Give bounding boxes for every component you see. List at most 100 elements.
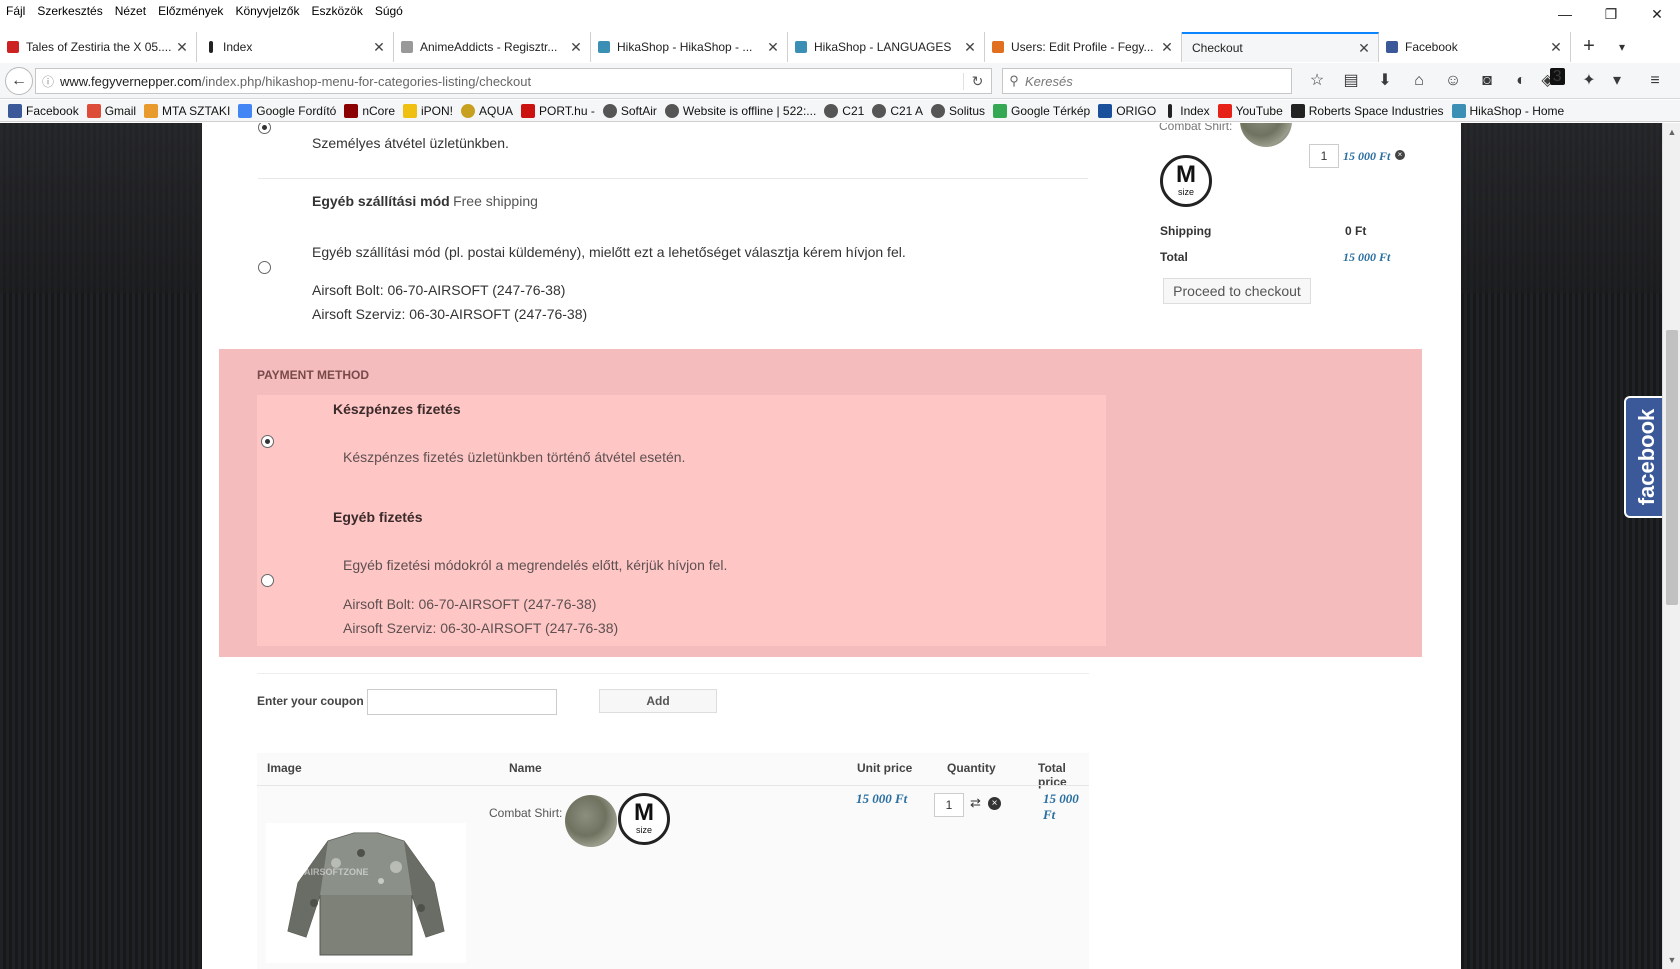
coupon-add-button[interactable]: Add bbox=[599, 689, 717, 713]
url-domain: www.fegyvernepper.com bbox=[60, 73, 202, 89]
bookmark-item[interactable]: Website is offline | 522:... bbox=[664, 103, 816, 118]
tab-3[interactable]: AnimeAddicts - Regisztr... ✕ bbox=[394, 32, 591, 62]
extension-badge-icon[interactable]: ◈3 bbox=[1538, 68, 1572, 93]
overflow-chevron-icon[interactable]: ▾ bbox=[1606, 69, 1628, 93]
url-path: /index.php/hikashop-menu-for-categories-… bbox=[201, 73, 532, 89]
bookmark-item[interactable]: nCore bbox=[344, 103, 395, 118]
menu-tools[interactable]: Eszközök bbox=[305, 4, 368, 18]
reading-list-icon[interactable]: ▤ bbox=[1334, 69, 1368, 93]
close-tab-icon[interactable]: ✕ bbox=[962, 39, 978, 56]
url-bar[interactable]: ⓘ www.fegyvernepper.com/index.php/hikash… bbox=[35, 68, 992, 94]
tab-label: Tales of Zestiria the X 05.... bbox=[26, 40, 172, 54]
menu-file[interactable]: Fájl bbox=[0, 4, 31, 18]
payment-radio-other[interactable] bbox=[261, 574, 274, 587]
close-tab-icon[interactable]: ✕ bbox=[1159, 39, 1175, 56]
payment-radio-cash[interactable] bbox=[261, 435, 274, 448]
globe-icon bbox=[664, 103, 679, 118]
tab-list-icon[interactable]: ▾ bbox=[1607, 32, 1637, 62]
bookmark-item[interactable]: HikaShop - Home bbox=[1451, 103, 1564, 118]
product-image-watermark: AIRSOFTZONE bbox=[304, 867, 369, 877]
extension-icon[interactable]: ◐ bbox=[1504, 69, 1538, 93]
bookmark-item[interactable]: Facebook bbox=[8, 103, 79, 118]
tab-1[interactable]: Tales of Zestiria the X 05.... ✕ bbox=[0, 32, 197, 62]
bookmark-item[interactable]: Solitus bbox=[931, 103, 985, 118]
page-scrollbar[interactable]: ▲ ▼ bbox=[1662, 123, 1680, 969]
tab-6[interactable]: Users: Edit Profile - Fegy... ✕ bbox=[985, 32, 1182, 62]
back-button[interactable]: ← bbox=[5, 67, 33, 95]
close-tab-icon[interactable]: ✕ bbox=[1548, 39, 1564, 56]
payment-option2-phone2: Airsoft Szerviz: 06-30-AIRSOFT (247-76-3… bbox=[343, 620, 619, 636]
bookmark-item[interactable]: MTA SZTAKI bbox=[144, 103, 230, 118]
menu-view[interactable]: Nézet bbox=[109, 4, 152, 18]
new-tab-button[interactable]: + bbox=[1571, 32, 1607, 62]
tab-4[interactable]: HikaShop - HikaShop - ... ✕ bbox=[591, 32, 788, 62]
bookmark-item[interactable]: Index bbox=[1164, 103, 1210, 118]
cart-total-price: 15 000 Ft bbox=[1043, 791, 1079, 822]
bookmark-item[interactable]: ORIGO bbox=[1098, 103, 1156, 118]
pocket-icon[interactable]: ◙ bbox=[1470, 69, 1504, 93]
scrollbar-thumb[interactable] bbox=[1666, 330, 1678, 605]
bookmark-item[interactable]: Google Fordító bbox=[238, 103, 337, 118]
close-tab-icon[interactable]: ✕ bbox=[568, 39, 584, 56]
chat-icon[interactable]: ☺ bbox=[1436, 69, 1470, 93]
site-info-icon[interactable]: ⓘ bbox=[36, 73, 60, 90]
bookmark-star-icon[interactable]: ☆ bbox=[1300, 69, 1334, 93]
scroll-up-icon[interactable]: ▲ bbox=[1663, 127, 1680, 137]
facebook-widget[interactable]: facebook bbox=[1624, 396, 1662, 518]
tab-favicon bbox=[795, 41, 807, 53]
cart-quantity-input[interactable]: 1 bbox=[934, 793, 964, 817]
cart-table: Image Name Unit price Quantity Total pri… bbox=[257, 753, 1089, 969]
tab-checkout[interactable]: Checkout ✕ bbox=[1182, 32, 1379, 62]
remove-item-icon[interactable]: × bbox=[1395, 150, 1405, 160]
close-window-icon[interactable]: ✕ bbox=[1634, 0, 1680, 28]
search-input[interactable]: ⚲ Keresés bbox=[1002, 68, 1292, 94]
globe-icon bbox=[602, 103, 617, 118]
bookmark-label: iPON! bbox=[421, 103, 454, 118]
tab-2[interactable]: Index ✕ bbox=[197, 32, 394, 62]
close-tab-icon[interactable]: ✕ bbox=[765, 39, 781, 56]
menu-help[interactable]: Súgó bbox=[369, 4, 409, 18]
home-icon[interactable]: ⌂ bbox=[1402, 69, 1436, 93]
menu-edit[interactable]: Szerkesztés bbox=[31, 4, 108, 18]
extension-icon-2[interactable]: ✦ bbox=[1572, 69, 1606, 93]
bookmark-item[interactable]: Gmail bbox=[86, 103, 136, 118]
reload-icon[interactable]: ↻ bbox=[963, 72, 991, 90]
menu-bookmarks[interactable]: Könyvjelzők bbox=[229, 4, 305, 18]
bookmark-item[interactable]: C21 bbox=[824, 103, 864, 118]
bookmark-label: Index bbox=[1180, 103, 1210, 118]
hamburger-menu-icon[interactable]: ≡ bbox=[1638, 69, 1672, 93]
coupon-input[interactable] bbox=[367, 689, 557, 715]
bookmark-item[interactable]: Roberts Space Industries bbox=[1290, 103, 1444, 118]
proceed-to-checkout-button[interactable]: Proceed to checkout bbox=[1163, 278, 1311, 304]
tab-strip: Tales of Zestiria the X 05.... ✕ Index ✕ A… bbox=[0, 32, 1680, 62]
shipping-radio-other[interactable] bbox=[258, 261, 271, 274]
bookmark-item[interactable]: C21 A bbox=[872, 103, 923, 118]
close-tab-icon[interactable]: ✕ bbox=[1356, 40, 1372, 57]
tab-5[interactable]: HikaShop - LANGUAGES ✕ bbox=[788, 32, 985, 62]
restore-icon[interactable]: ❐ bbox=[1588, 0, 1634, 28]
bookmark-item[interactable]: iPON! bbox=[403, 103, 454, 118]
url-text[interactable]: www.fegyvernepper.com/index.php/hikashop… bbox=[60, 74, 963, 89]
bookmark-item[interactable]: YouTube bbox=[1217, 103, 1283, 118]
downloads-icon[interactable]: ⬇ bbox=[1368, 69, 1402, 93]
scroll-down-icon[interactable]: ▼ bbox=[1663, 955, 1680, 965]
side-cart-quantity-input[interactable]: 1 bbox=[1309, 144, 1339, 168]
bookmark-item[interactable]: Google Térkép bbox=[993, 103, 1090, 118]
size-m-badge: Msize bbox=[1160, 155, 1212, 207]
close-tab-icon[interactable]: ✕ bbox=[174, 39, 190, 56]
minimize-icon[interactable]: — bbox=[1542, 0, 1588, 28]
bookmark-item[interactable]: AQUA bbox=[461, 103, 513, 118]
menu-history[interactable]: Előzmények bbox=[152, 4, 229, 18]
remove-item-icon[interactable]: × bbox=[988, 797, 1001, 810]
tab-label: Facebook bbox=[1405, 40, 1458, 54]
side-cart-shipping-value: 0 Ft bbox=[1345, 224, 1367, 238]
combat-shirt-image bbox=[287, 832, 445, 956]
close-tab-icon[interactable]: ✕ bbox=[371, 39, 387, 56]
shipping-radio-personal[interactable] bbox=[258, 123, 271, 134]
bookmark-label: Google Fordító bbox=[256, 103, 337, 118]
bookmark-item[interactable]: SoftAir bbox=[602, 103, 657, 118]
refresh-quantity-icon[interactable]: ⇄ bbox=[970, 795, 981, 811]
tab-8[interactable]: Facebook ✕ bbox=[1379, 32, 1571, 62]
bookmark-item[interactable]: PORT.hu - bbox=[521, 103, 595, 118]
navigation-bar: ← ⓘ www.fegyvernepper.com/index.php/hika… bbox=[0, 63, 1680, 99]
